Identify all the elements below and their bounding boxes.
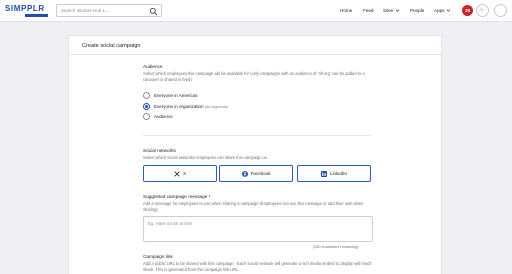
radio-audience[interactable] — [143, 113, 150, 120]
chevron-down-icon — [395, 9, 399, 13]
linkedin-network-button-content: LinkedIn — [298, 166, 370, 181]
create-campaign-card: Create social campaign Audience Select w… — [68, 35, 442, 274]
audience-label: Audience — [143, 64, 163, 69]
nav-home[interactable]: Home — [340, 7, 352, 14]
radio-label-organization-text: Everyone in organization — [154, 104, 204, 109]
x-network-button[interactable]: X — [143, 165, 217, 182]
radio-label-audience[interactable]: Audience — [154, 113, 173, 120]
radio-label-organization[interactable]: Everyone in organization (All segments) — [154, 103, 228, 111]
facebook-icon — [241, 170, 248, 177]
nav-sites[interactable]: Sites — [383, 7, 400, 14]
social-networks-help: Select which social networks employees c… — [143, 155, 268, 160]
nav-apps[interactable]: Apps — [434, 7, 451, 14]
facebook-network-label: Facebook — [250, 171, 271, 176]
title-divider — [69, 54, 441, 55]
nav-people[interactable]: People — [410, 7, 424, 14]
message-help: Add a message for employees to use when … — [143, 201, 364, 212]
x-logo-icon — [174, 171, 180, 177]
search-icon[interactable] — [149, 7, 158, 16]
x-network-button-content: X — [144, 166, 216, 181]
search-placeholder: Search Intranet Hub 1... — [61, 8, 109, 13]
linkedin-network-button[interactable]: LinkedIn — [297, 165, 371, 182]
logo-text: SIMPPLR — [5, 4, 45, 13]
simpplr-logo[interactable]: SIMPPLR — [5, 4, 49, 17]
add-button[interactable] — [476, 4, 489, 17]
radio-everyone-americas[interactable] — [143, 92, 150, 99]
linkedin-icon — [320, 170, 327, 177]
chevron-down-icon — [446, 9, 451, 13]
facebook-network-button-content: Facebook — [220, 166, 292, 181]
profile-avatar[interactable] — [494, 4, 507, 17]
x-network-label: X — [182, 171, 186, 176]
message-label: Suggested campaign message * — [143, 194, 211, 199]
audience-help: Select which employees this campaign wil… — [143, 71, 365, 82]
radio-label-americas[interactable]: Everyone in Americas — [154, 92, 198, 99]
linkedin-network-label: LinkedIn — [329, 171, 347, 176]
campaign-message-textarea[interactable]: Eg. Have a look at this! — [143, 216, 373, 242]
search-input[interactable]: Search Intranet Hub 1... — [56, 4, 162, 17]
section-divider — [143, 135, 371, 136]
plus-icon — [479, 7, 484, 12]
radio-everyone-organization[interactable] — [143, 103, 150, 110]
notifications-badge[interactable]: 38 — [462, 5, 473, 16]
logo-underline — [25, 14, 48, 17]
campaign-link-help: Add a public URL to be shared with this … — [143, 261, 372, 272]
social-networks-label: Social networks — [143, 148, 176, 153]
nav-apps-label: Apps — [434, 8, 445, 13]
campaign-link-label: Campaign link — [143, 254, 173, 259]
radio-hint-segments: (All segments) — [204, 105, 229, 109]
facebook-network-button[interactable]: Facebook — [219, 165, 293, 182]
nav-feed[interactable]: Feed — [363, 7, 373, 14]
page-title: Create social campaign — [82, 43, 141, 49]
characters-remaining: (250 characters remaining) — [313, 245, 359, 249]
top-nav-bar: SIMPPLR Search Intranet Hub 1... Home Fe… — [0, 0, 512, 22]
nav-sites-label: Sites — [383, 8, 394, 13]
message-placeholder: Eg. Have a look at this! — [148, 221, 193, 226]
